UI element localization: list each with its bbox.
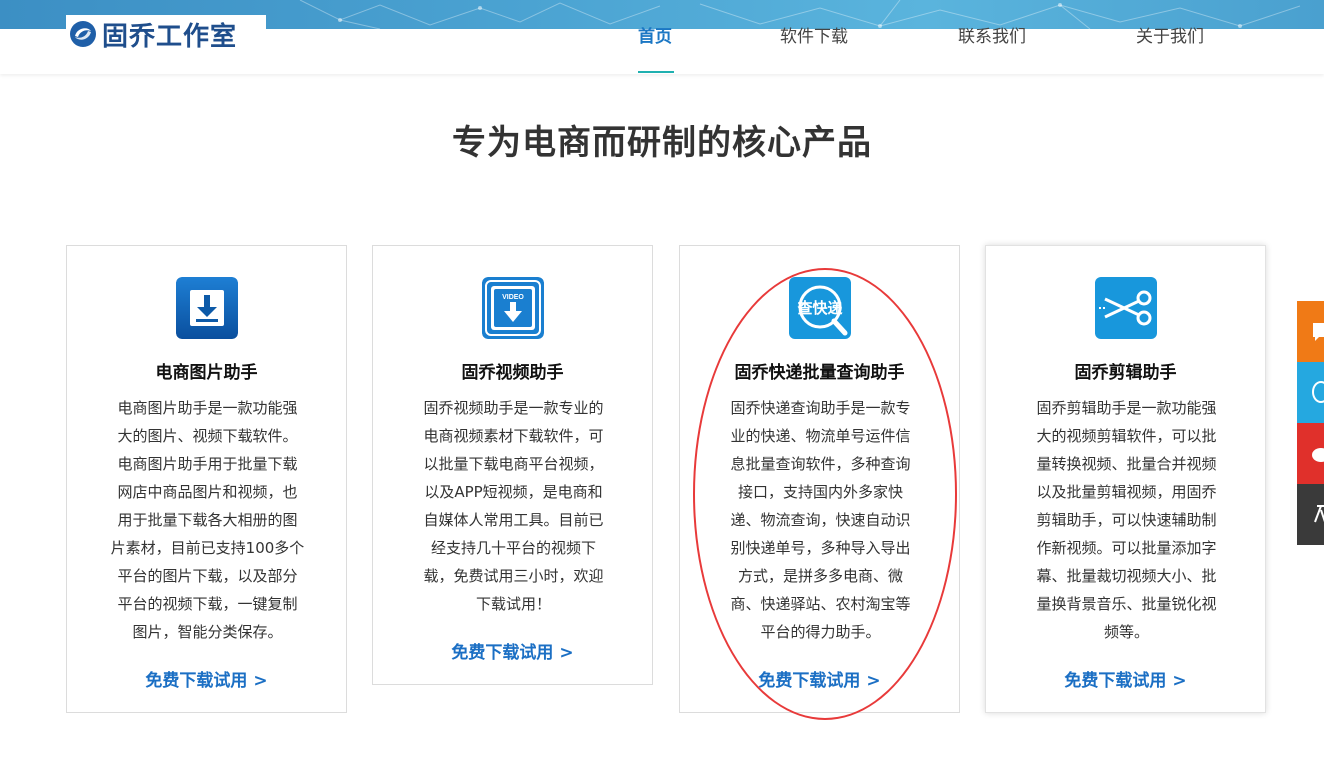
main-nav: 首页 软件下载 联系我们 关于我们 (0, 0, 1324, 74)
product-card-video-editor: 固乔剪辑助手 固乔剪辑助手是一款功能强 大的视频剪辑软件，可以批 量转换视频、批量合… (985, 245, 1266, 713)
nav-item-home[interactable]: 首页 (638, 22, 672, 47)
download-arrow-icon[interactable] (176, 277, 238, 339)
back-to-top-icon[interactable] (1297, 484, 1324, 545)
weibo-icon[interactable] (1297, 423, 1324, 484)
nav-active-indicator (638, 71, 674, 73)
express-search-icon[interactable]: 查快递 (789, 277, 851, 339)
product-card-video-helper: VIDEO 固乔视频助手 固乔视频助手是一款专业的 电商视频素材下载软件，可 以批量… (372, 245, 653, 685)
product-description: 电商图片助手是一款功能强 大的图片、视频下载软件。 电商图片助手用于批量下载 网店中… (110, 399, 305, 641)
product-card-express-query-helper: 查快递 固乔快递批量查询助手 固乔快递查询助手是一款专 业的快递、物流单号运件信息… (679, 245, 960, 713)
product-title: 电商图片助手 (155, 363, 258, 383)
product-card-image-helper: 电商图片助手 电商图片助手是一款功能强 大的图片、视频下载软件。 电商图片助手用于批… (66, 245, 347, 713)
video-download-icon[interactable]: VIDEO (482, 277, 544, 339)
floating-side-bar (1297, 301, 1324, 545)
section-title: 专为电商而研制的核心产品 (452, 123, 872, 163)
free-download-link[interactable]: 免费下载试用 > (680, 666, 959, 691)
product-title: 固乔剪辑助手 (1074, 363, 1177, 383)
svg-text:VIDEO: VIDEO (502, 294, 524, 301)
free-download-link[interactable]: 免费下载试用 > (67, 666, 346, 691)
svg-text:查快递: 查快递 (797, 299, 842, 317)
chat-icon[interactable] (1297, 301, 1324, 362)
scissors-icon[interactable] (1095, 277, 1157, 339)
product-description: 固乔快递查询助手是一款专 业的快递、物流单号运件信 息批量查询软件，多种查询 接口，… (730, 399, 911, 641)
nav-item-about-us[interactable]: 关于我们 (1136, 22, 1204, 47)
product-title: 固乔视频助手 (461, 363, 564, 383)
nav-item-contact-us[interactable]: 联系我们 (958, 22, 1026, 47)
product-description: 固乔视频助手是一款专业的 电商视频素材下载软件，可 以批量下载电商平台视频， 以及A… (423, 399, 604, 613)
qq-icon[interactable] (1297, 362, 1324, 423)
free-download-link[interactable]: 免费下载试用 > (373, 638, 652, 663)
nav-item-software-download[interactable]: 软件下载 (780, 22, 848, 47)
product-title: 固乔快递批量查询助手 (734, 363, 905, 383)
free-download-link[interactable]: 免费下载试用 > (986, 666, 1265, 691)
product-description: 固乔剪辑助手是一款功能强 大的视频剪辑软件，可以批 量转换视频、批量合并视频 以及批… (1036, 399, 1217, 641)
